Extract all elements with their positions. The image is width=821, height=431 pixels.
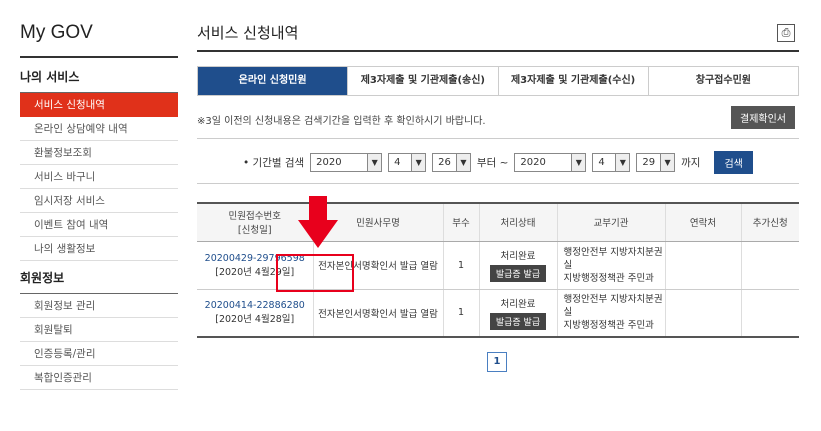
table-header-row: 민원접수번호 [신청일] 민원사무명 부수 처리상태 교부기관 연락처 추가신청 — [197, 202, 799, 242]
agency-line1: 행정안전부 지방자치분권실 — [563, 294, 663, 319]
agency-cell: 행정안전부 지방자치분권실 지방행정정책관 주민과 — [556, 241, 665, 290]
sidebar-item-event-participation[interactable]: 이벤트 참여 내역 — [20, 213, 178, 237]
highlight-box — [276, 254, 354, 292]
col-additional: 추가신청 — [740, 202, 799, 242]
pagination-page[interactable]: 1 — [487, 352, 507, 372]
page-title: 서비스 신청내역 — [197, 22, 799, 52]
col-issuing-agency: 교부기관 — [556, 202, 665, 242]
from-day-select[interactable]: 26 ▼ — [432, 153, 471, 172]
red-arrow-annotation — [298, 196, 338, 248]
status-cell: 처리완료 발급증 발급 — [478, 289, 557, 338]
sidebar-section-member-info: 회원정보 — [20, 269, 178, 294]
status-cell: 처리완료 발급증 발급 — [478, 241, 557, 290]
agency-cell: 행정안전부 지방자치분권실 지방행정정책관 주민과 — [556, 289, 665, 338]
contact-cell — [664, 241, 741, 290]
sidebar-item-temp-saved[interactable]: 임시저장 서비스 — [20, 189, 178, 213]
col-count: 부수 — [442, 202, 479, 242]
notice-row: ※3일 이전의 신청내용은 검색기간을 입력한 후 확인하시기 바랍니다. 결제… — [197, 104, 799, 134]
to-month-select[interactable]: 4 ▼ — [592, 153, 631, 172]
sidebar-section-my-service: 나의 서비스 — [20, 68, 178, 93]
notice-text: ※3일 이전의 신청내용은 검색기간을 입력한 후 확인하시기 바랍니다. — [197, 116, 486, 127]
to-year-select[interactable]: 2020 ▼ — [514, 153, 587, 172]
service-name: 전자본인서명확인서 발급 열람 — [312, 289, 443, 338]
sidebar-menu-member: 회원정보 관리 회원탈퇴 인증등록/관리 복합인증관리 — [20, 294, 178, 390]
issue-button[interactable]: 발급증 발급 — [489, 265, 547, 282]
chevron-down-icon: ▼ — [660, 154, 675, 171]
sidebar-item-auth-manage[interactable]: 인증등록/관리 — [20, 342, 178, 366]
chevron-down-icon: ▼ — [367, 154, 382, 171]
search-button[interactable]: 검색 — [714, 151, 753, 174]
tab-bar: 온라인 신청민원 제3자제출 및 기관제출(송신) 제3자제출 및 기관제출(수… — [197, 66, 799, 96]
payment-confirmation-button[interactable]: 결제확인서 — [731, 106, 795, 129]
sidebar-item-withdraw[interactable]: 회원탈퇴 — [20, 318, 178, 342]
count: 1 — [442, 289, 479, 338]
tab-third-party-receive[interactable]: 제3자제출 및 기관제출(수신) — [497, 67, 648, 95]
chevron-down-icon: ▼ — [571, 154, 586, 171]
to-month-value: 4 — [598, 157, 605, 168]
period-separator: 부터 ~ — [476, 157, 509, 169]
to-year-value: 2020 — [520, 157, 546, 168]
from-year-select[interactable]: 2020 ▼ — [310, 153, 383, 172]
print-icon[interactable]: ⎙ — [777, 24, 795, 42]
sidebar-menu-my-service: 서비스 신청내역 온라인 상담예약 내역 환불정보조회 서비스 바구니 임시저장… — [20, 93, 178, 261]
status-text: 처리완료 — [500, 251, 536, 262]
col-status: 처리상태 — [478, 202, 557, 242]
from-month-value: 4 — [394, 157, 401, 168]
receipt-date: [2020년 4월28일] — [215, 314, 295, 326]
col-receipt-number: 민원접수번호 [신청일] — [197, 202, 313, 242]
sidebar-item-complex-auth[interactable]: 복합인증관리 — [20, 366, 178, 390]
tab-counter-application[interactable]: 창구접수민원 — [647, 67, 798, 95]
agency-line2: 지방행정정책관 주민과 — [563, 272, 654, 284]
sidebar-item-member-manage[interactable]: 회원정보 관리 — [20, 294, 178, 318]
sidebar-item-service-history[interactable]: 서비스 신청내역 — [20, 93, 178, 117]
period-search: • 기간별 검색 2020 ▼ 4 ▼ 26 ▼ 부터 ~ 2020 ▼ 4 ▼ 29 ▼ … — [243, 151, 753, 174]
sidebar-item-refund-info[interactable]: 환불정보조회 — [20, 141, 178, 165]
table-row: 20200414-22886280 [2020년 4월28일] 전자본인서명확인… — [197, 289, 799, 338]
col-contact: 연락처 — [664, 202, 741, 242]
additional-cell — [740, 289, 799, 338]
tab-third-party-send[interactable]: 제3자제출 및 기관제출(송신) — [347, 67, 498, 95]
sidebar-item-service-basket[interactable]: 서비스 바구니 — [20, 165, 178, 189]
sidebar-item-life-info[interactable]: 나의 생활정보 — [20, 237, 178, 261]
sidebar-item-consult-reservation[interactable]: 온라인 상담예약 내역 — [20, 117, 178, 141]
from-day-value: 26 — [438, 157, 451, 168]
issue-button[interactable]: 발급증 발급 — [489, 312, 547, 330]
chevron-down-icon: ▼ — [411, 154, 426, 171]
from-month-select[interactable]: 4 ▼ — [388, 153, 427, 172]
contact-cell — [664, 289, 741, 338]
chevron-down-icon: ▼ — [615, 154, 630, 171]
agency-line2: 지방행정정책관 주민과 — [563, 320, 654, 332]
tab-online-application[interactable]: 온라인 신청민원 — [198, 67, 348, 95]
from-year-value: 2020 — [316, 157, 342, 168]
additional-cell — [740, 241, 799, 290]
to-day-value: 29 — [642, 157, 656, 168]
count: 1 — [442, 241, 479, 290]
status-text: 처리완료 — [500, 298, 536, 310]
sidebar: My GOV 나의 서비스 서비스 신청내역 온라인 상담예약 내역 환불정보조… — [20, 22, 178, 390]
period-search-label: • 기간별 검색 — [243, 157, 305, 169]
brand-title[interactable]: My GOV — [20, 22, 178, 58]
receipt-cell: 20200414-22886280 [2020년 4월28일] — [197, 289, 313, 338]
search-box: • 기간별 검색 2020 ▼ 4 ▼ 26 ▼ 부터 ~ 2020 ▼ 4 ▼ 29 ▼ … — [197, 138, 799, 184]
receipt-number-link[interactable]: 20200414-22886280 — [197, 300, 313, 311]
agency-line1: 행정안전부 지방자치분권실 — [563, 246, 663, 271]
period-until: 까지 — [681, 157, 701, 169]
chevron-down-icon: ▼ — [455, 154, 470, 171]
to-day-select[interactable]: 29 ▼ — [636, 153, 676, 172]
